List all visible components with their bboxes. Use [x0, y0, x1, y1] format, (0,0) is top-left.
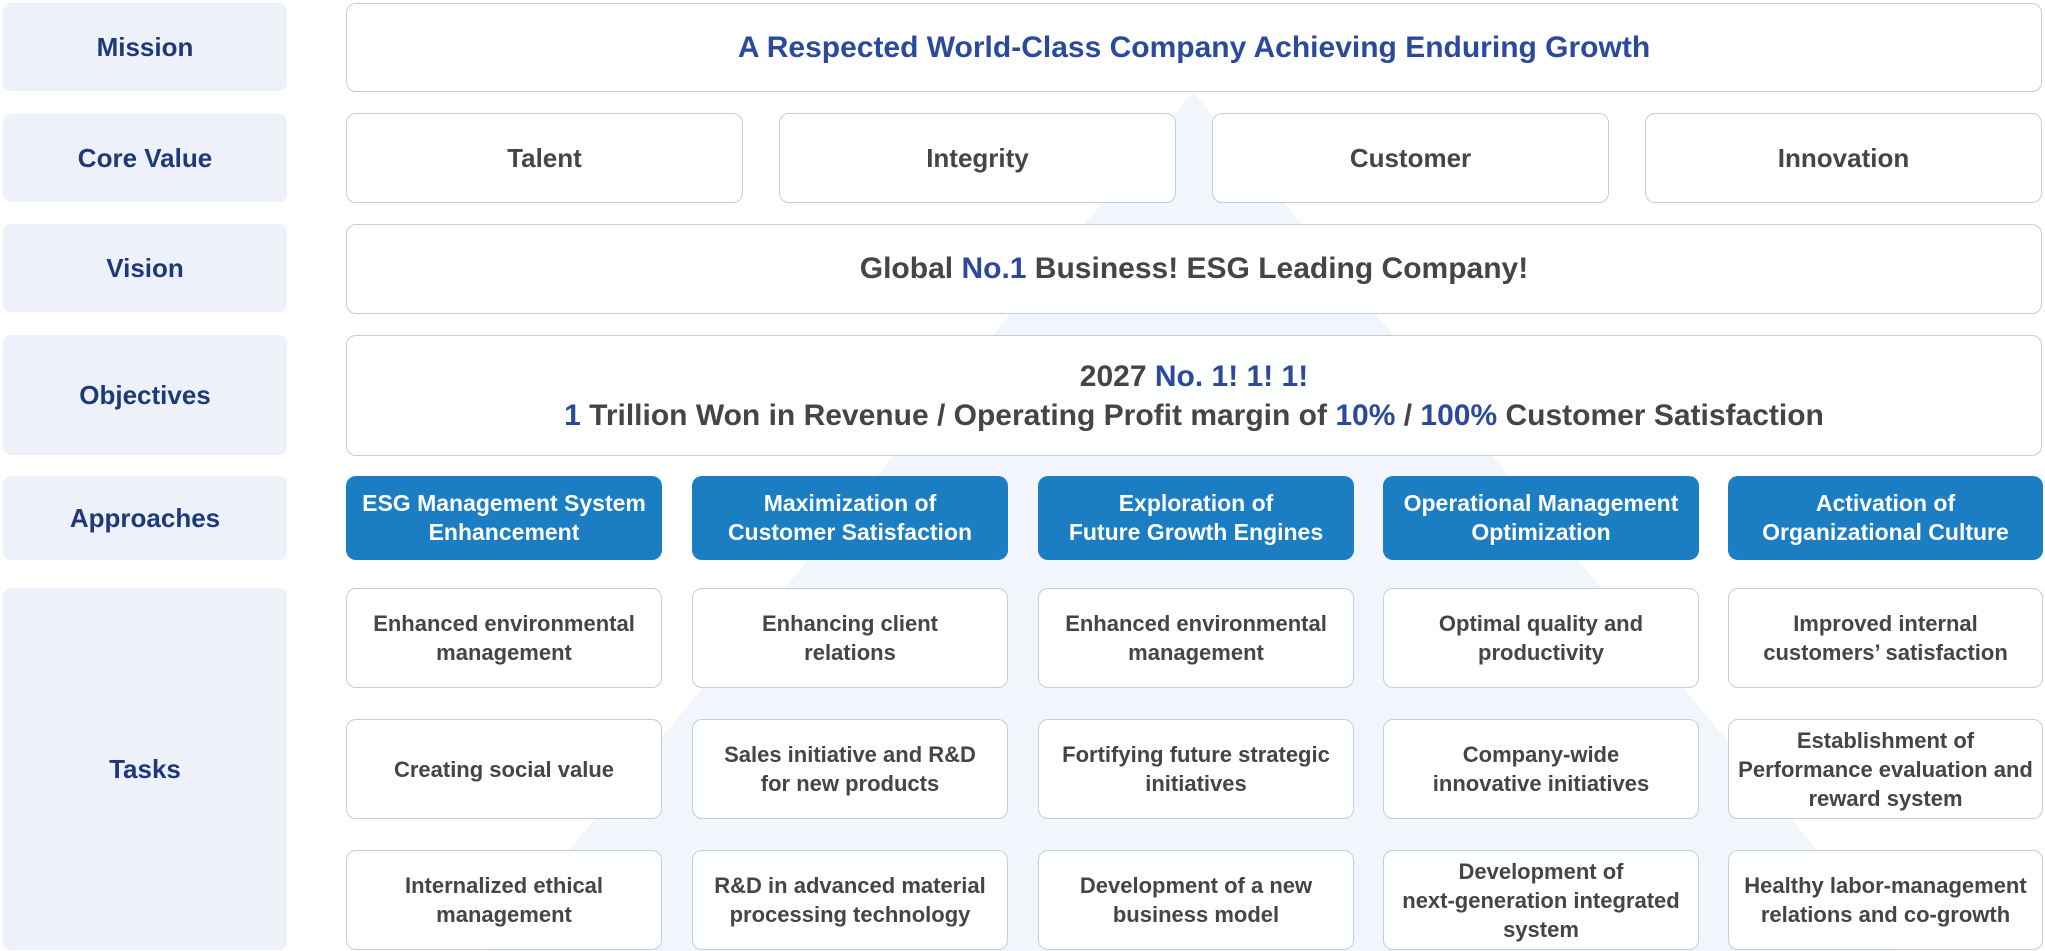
row-label-mission: Mission — [3, 3, 287, 91]
task-col4-row3: Development of next-generation integrate… — [1383, 850, 1699, 950]
vision-statement: Global No.1 Business! ESG Leading Compan… — [860, 252, 1528, 286]
core-value-customer: Customer — [1349, 142, 1472, 173]
approach-customer-satisfaction: Maximization of Customer Satisfaction — [692, 476, 1008, 560]
task-col3-row3: Development of a new business model — [1038, 850, 1354, 950]
row-label-vision-text: Vision — [106, 252, 184, 283]
approach-operational-management: Operational Management Optimization — [1383, 476, 1699, 560]
task-col2-row1: Enhancing client relations — [692, 588, 1008, 688]
task-col5-row1: Improved internal customers’ satisfactio… — [1728, 588, 2043, 688]
row-label-objectives-text: Objectives — [79, 379, 211, 410]
task-col1-row2: Creating social value — [346, 719, 662, 819]
task-col1-row3: Internalized ethical management — [346, 850, 662, 950]
objectives-satisfaction-text: Customer Satisfaction — [1497, 398, 1824, 432]
task-col2-row2: Sales initiative and R&D for new product… — [692, 719, 1008, 819]
approach-future-growth: Exploration of Future Growth Engines — [1038, 476, 1354, 560]
task-col4-row2: Company-wide innovative initiatives — [1383, 719, 1699, 819]
objectives-line-1: 2027 No. 1! 1! 1! — [1080, 357, 1308, 396]
task-col2-row3: R&D in advanced material processing tech… — [692, 850, 1008, 950]
task-col5-row3: Healthy labor-management relations and c… — [1728, 850, 2043, 950]
objectives-revenue-text: Trillion Won in Revenue / Operating Prof… — [580, 398, 1336, 432]
mission-statement: A Respected World-Class Company Achievin… — [737, 30, 1651, 64]
row-label-approaches-text: Approaches — [69, 502, 221, 533]
core-value-box-innovation: Innovation — [1645, 113, 2042, 203]
row-label-core-value-text: Core Value — [77, 142, 213, 173]
objectives-revenue-number: 1 — [564, 398, 581, 432]
objectives-satisfaction-value: 100% — [1420, 398, 1498, 432]
row-label-tasks-text: Tasks — [109, 753, 181, 784]
objectives-margin-value: 10% — [1335, 398, 1396, 432]
task-col1-row1: Enhanced environmental management — [346, 588, 662, 688]
objectives-accent: No. 1! 1! 1! — [1154, 359, 1309, 393]
row-label-core-value: Core Value — [3, 114, 287, 202]
vision-post: Business! ESG Leading Company! — [1026, 252, 1529, 285]
row-label-tasks: Tasks — [3, 588, 287, 950]
row-label-mission-text: Mission — [96, 31, 194, 62]
core-value-innovation: Innovation — [1777, 142, 1910, 173]
objectives-box: 2027 No. 1! 1! 1! 1 Trillion Won in Reve… — [346, 335, 2042, 456]
row-label-vision: Vision — [3, 224, 287, 312]
task-col5-row2: Establishment of Performance evaluation … — [1728, 719, 2043, 819]
core-value-box-talent: Talent — [346, 113, 743, 203]
mission-box: A Respected World-Class Company Achievin… — [346, 3, 2042, 92]
vision-box: Global No.1 Business! ESG Leading Compan… — [346, 224, 2042, 314]
core-value-box-integrity: Integrity — [779, 113, 1176, 203]
objectives-separator: / — [1395, 398, 1421, 432]
vision-pre: Global — [859, 252, 962, 285]
approach-esg-management: ESG Management System Enhancement — [346, 476, 662, 560]
vision-accent: No.1 — [961, 252, 1027, 285]
row-label-objectives: Objectives — [3, 335, 287, 455]
approach-organizational-culture: Activation of Organizational Culture — [1728, 476, 2043, 560]
task-col3-row1: Enhanced environmental management — [1038, 588, 1354, 688]
row-label-approaches: Approaches — [3, 476, 287, 560]
core-value-talent: Talent — [507, 142, 582, 173]
objectives-year: 2027 — [1079, 359, 1155, 393]
task-col3-row2: Fortifying future strategic initiatives — [1038, 719, 1354, 819]
core-value-integrity: Integrity — [926, 142, 1029, 173]
core-value-box-customer: Customer — [1212, 113, 1609, 203]
task-col4-row1: Optimal quality and productivity — [1383, 588, 1699, 688]
objectives-line-2: 1 Trillion Won in Revenue / Operating Pr… — [564, 396, 1824, 435]
